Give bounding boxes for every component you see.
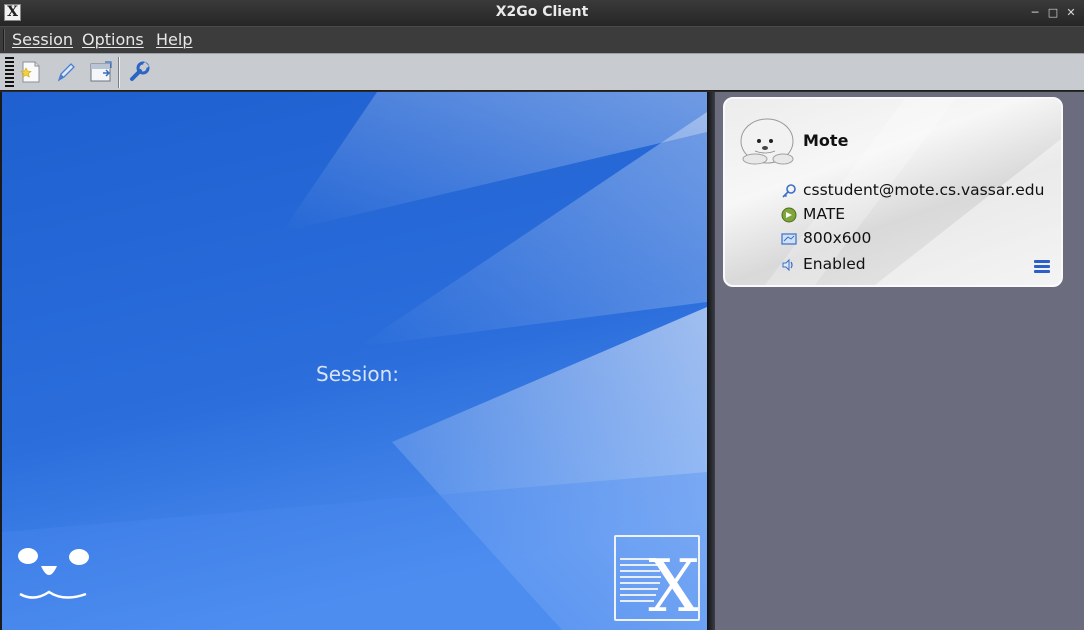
session-sound-text: Enabled <box>803 255 866 273</box>
key-icon <box>782 184 796 198</box>
session-export-icon <box>90 61 112 82</box>
sound-icon <box>782 258 793 272</box>
session-name: Mote <box>803 131 849 150</box>
menu-session[interactable]: Session <box>12 30 73 49</box>
x2go-x-logo: X <box>614 535 700 628</box>
export-session-button[interactable] <box>88 59 114 85</box>
toolbar-separator <box>118 57 120 88</box>
session-label: Session: <box>316 362 400 386</box>
preferences-button[interactable] <box>127 59 153 85</box>
seal-avatar-icon <box>735 113 797 171</box>
hamburger-menu-icon <box>1034 260 1050 273</box>
minimize-icon[interactable]: ─ <box>1026 4 1044 22</box>
menu-options[interactable]: Options <box>82 30 144 49</box>
new-session-icon <box>20 61 40 83</box>
menubar-grip <box>3 29 5 51</box>
maximize-icon[interactable]: □ <box>1044 4 1062 22</box>
toolbar <box>0 53 1084 91</box>
edit-session-button[interactable] <box>53 59 79 85</box>
session-resolution-text: 800x600 <box>803 229 872 247</box>
edit-pencil-icon <box>57 63 75 82</box>
close-icon[interactable]: ✕ <box>1062 4 1080 22</box>
background-rays <box>2 92 707 630</box>
mate-desktop-icon <box>781 207 797 223</box>
x2go-mascot-logo <box>16 544 92 608</box>
new-session-button[interactable] <box>18 59 44 85</box>
session-menu-button[interactable] <box>1033 257 1051 275</box>
session-list-panel: Mote csstudent@mote.cs.vassar.edu MATE 8… <box>715 92 1084 630</box>
svg-text:X: X <box>648 544 698 619</box>
display-resolution-icon <box>781 233 797 245</box>
session-selection-area: Session: X <box>0 92 707 630</box>
window-title: X2Go Client <box>495 4 589 20</box>
toolbar-grip[interactable] <box>5 57 14 89</box>
panel-divider[interactable] <box>707 92 715 630</box>
menubar: Session Options Help <box>0 26 1084 53</box>
session-desktop-text: MATE <box>803 205 846 223</box>
menu-help[interactable]: Help <box>156 30 192 49</box>
session-card[interactable]: Mote csstudent@mote.cs.vassar.edu MATE 8… <box>723 97 1063 287</box>
window-titlebar: X X2Go Client ─ □ ✕ <box>0 0 1084 26</box>
wrench-icon <box>130 61 150 81</box>
session-server-text: csstudent@mote.cs.vassar.edu <box>803 181 1045 199</box>
